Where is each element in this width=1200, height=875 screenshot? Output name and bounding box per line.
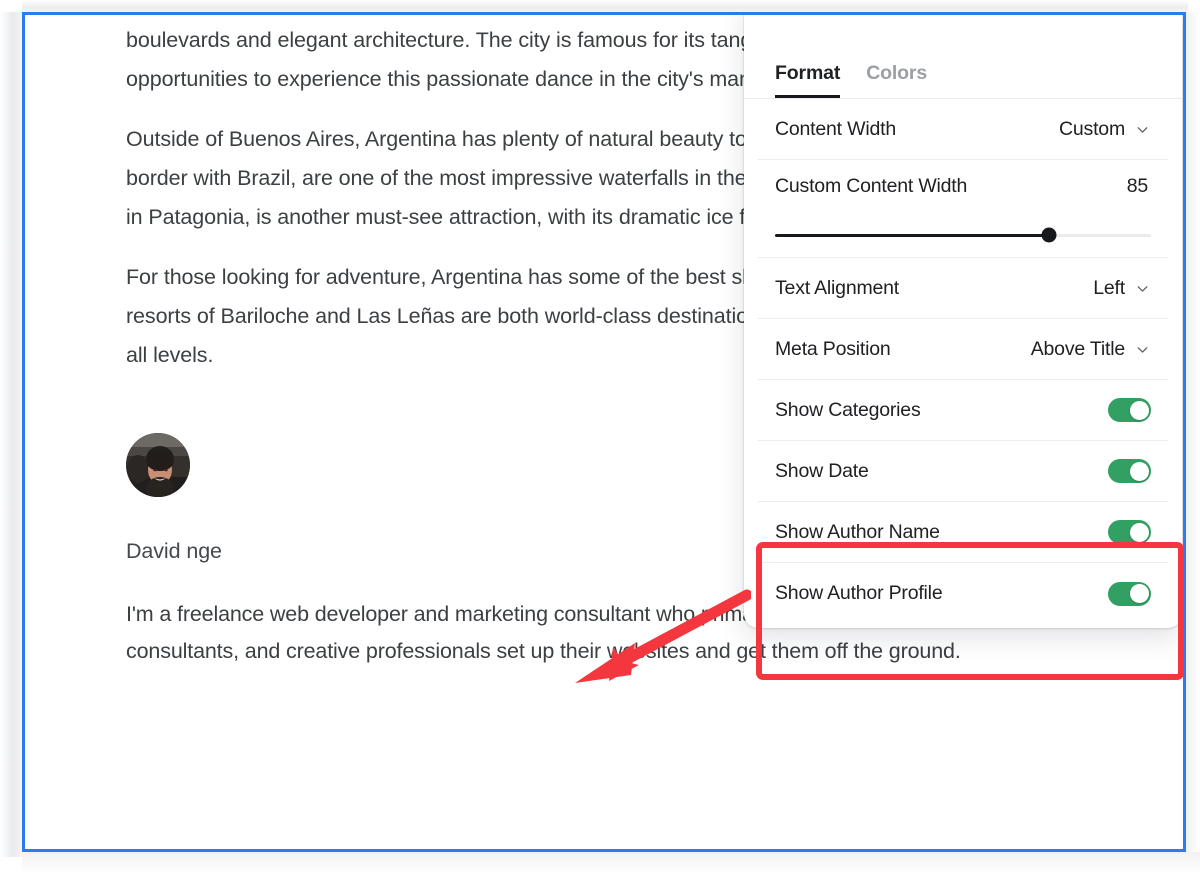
browser-window-frame: boulevards and elegant architecture. The… — [22, 12, 1186, 852]
chevron-down-icon — [1134, 280, 1151, 297]
avatar — [126, 433, 190, 497]
text-alignment-value: Left — [1093, 277, 1125, 300]
window-shadow-right — [1186, 12, 1200, 862]
meta-position-select[interactable]: Above Title — [1031, 338, 1151, 361]
row-label-show-author-profile: Show Author Profile — [775, 582, 942, 605]
row-label-content-width: Content Width — [775, 118, 896, 141]
toggle-show-author-name[interactable] — [1108, 520, 1151, 544]
row-meta-position[interactable]: Meta Position Above Title — [758, 319, 1168, 380]
tab-format[interactable]: Format — [775, 62, 840, 98]
row-text-alignment[interactable]: Text Alignment Left — [758, 258, 1168, 319]
toggle-knob — [1130, 401, 1149, 420]
row-content-width[interactable]: Content Width Custom — [758, 99, 1168, 160]
meta-position-value: Above Title — [1031, 338, 1125, 361]
content-width-select[interactable]: Custom — [1059, 118, 1151, 141]
row-show-categories[interactable]: Show Categories — [758, 380, 1168, 441]
toggle-knob — [1130, 584, 1149, 603]
row-label-show-categories: Show Categories — [775, 399, 921, 422]
toggle-knob — [1130, 523, 1149, 542]
chevron-down-icon — [1134, 121, 1151, 138]
tab-colors[interactable]: Colors — [866, 62, 927, 98]
toggle-show-date[interactable] — [1108, 459, 1151, 483]
slider-track[interactable] — [775, 234, 1151, 237]
window-shadow-bottom — [22, 852, 1200, 875]
toggle-show-author-profile[interactable] — [1108, 582, 1151, 606]
content-width-value: Custom — [1059, 118, 1125, 141]
row-label-custom-content-width: Custom Content Width — [775, 175, 967, 198]
custom-content-width-slider[interactable] — [775, 213, 1151, 257]
panel-tab-bar: Format Colors — [744, 12, 1182, 99]
row-show-author-profile[interactable]: Show Author Profile — [758, 563, 1168, 624]
slider-fill — [775, 234, 1049, 237]
custom-content-width-value: 85 — [1127, 175, 1151, 198]
row-custom-content-width[interactable]: Custom Content Width 85 — [758, 160, 1168, 258]
row-show-date[interactable]: Show Date — [758, 441, 1168, 502]
row-show-author-name[interactable]: Show Author Name — [758, 502, 1168, 563]
format-settings-panel: Format Colors Content Width Custom Custo… — [744, 12, 1182, 628]
text-alignment-select[interactable]: Left — [1093, 277, 1151, 300]
chevron-down-icon — [1134, 341, 1151, 358]
toggle-knob — [1130, 462, 1149, 481]
row-label-text-alignment: Text Alignment — [775, 277, 899, 300]
row-label-show-date: Show Date — [775, 460, 869, 483]
row-label-show-author-name: Show Author Name — [775, 521, 940, 544]
window-shadow-left — [0, 12, 24, 857]
toggle-show-categories[interactable] — [1108, 398, 1151, 422]
slider-thumb[interactable] — [1042, 228, 1057, 243]
row-label-meta-position: Meta Position — [775, 338, 891, 361]
